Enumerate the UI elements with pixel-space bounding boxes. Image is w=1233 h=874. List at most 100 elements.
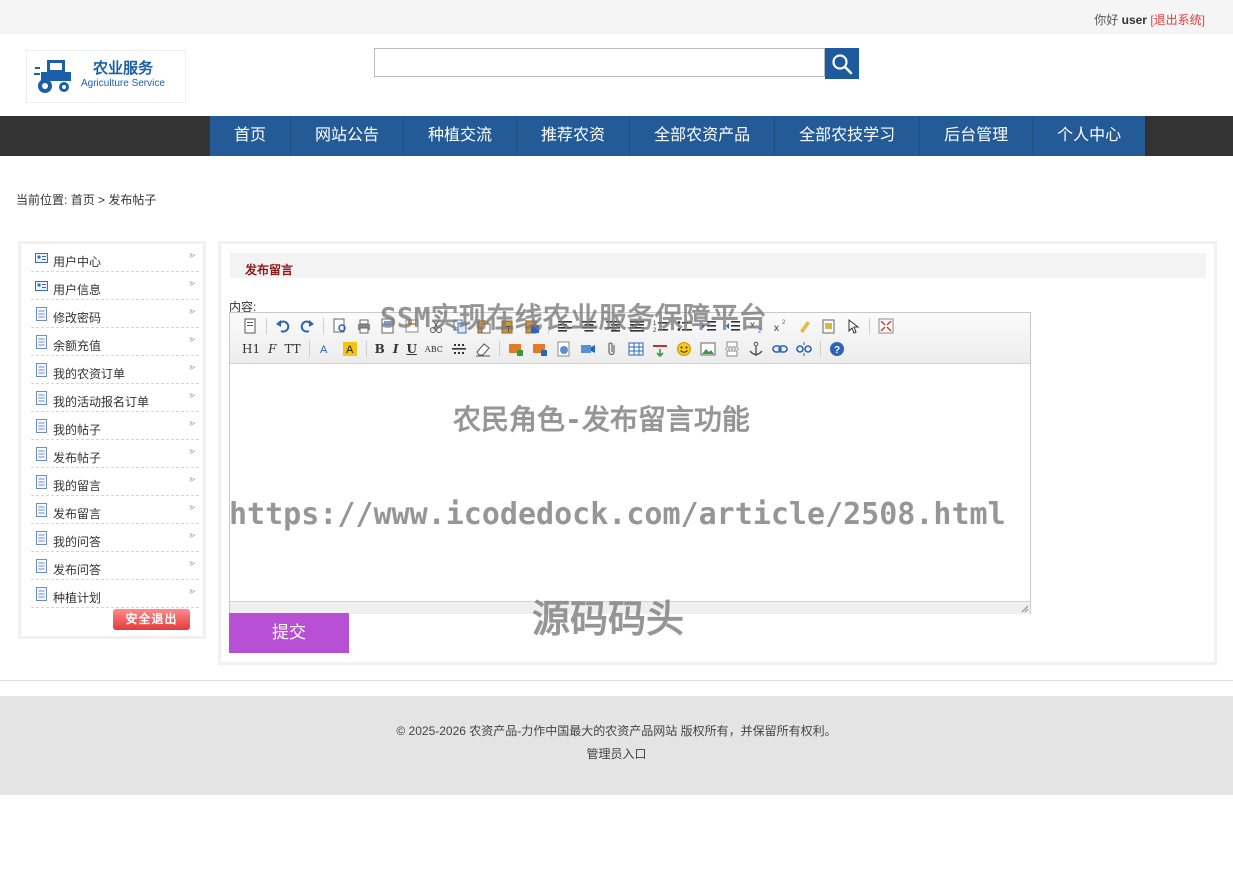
undo-icon[interactable]	[275, 318, 291, 334]
sidebar-item-user-info[interactable]: 用户信息 ⪢	[31, 273, 199, 300]
sidebar-item-label: 我的问答	[53, 535, 102, 549]
source-icon[interactable]	[242, 318, 258, 334]
link-icon[interactable]	[772, 341, 788, 357]
chevron-right-icon: ⪢	[189, 474, 195, 485]
breadcrumb-prefix: 当前位置:	[16, 193, 68, 207]
sidebar-item-recharge[interactable]: 余额充值 ⪢	[31, 329, 199, 356]
bold-button[interactable]: B	[375, 342, 385, 356]
help-icon[interactable]: ?	[829, 341, 845, 357]
chevron-right-icon: ⪢	[189, 362, 195, 373]
watermark-brand: 源码码头	[532, 597, 685, 641]
search-button[interactable]	[825, 48, 859, 79]
anchor-icon[interactable]	[748, 341, 764, 357]
resize-handle-icon[interactable]	[1021, 605, 1029, 613]
insert-picture-icon[interactable]	[700, 341, 716, 357]
sidebar-item-publish-qa[interactable]: 发布问答 ⪢	[31, 553, 199, 580]
highlight-icon[interactable]: A	[342, 341, 358, 357]
watermark-title: SSM实现在线农业服务保障平台	[380, 301, 767, 334]
chevron-right-icon: ⪢	[189, 558, 195, 569]
superscript-icon[interactable]: x2	[773, 318, 789, 334]
sidebar: 用户中心 ⪢ 用户信息 ⪢ 修改密码 ⪢ 余额充值 ⪢ 我的农资订单 ⪢ 我的活…	[18, 241, 206, 639]
user-greeting: 你好 user [退出系统]	[1094, 11, 1205, 28]
document-icon	[36, 419, 47, 433]
italic-button[interactable]: I	[393, 342, 399, 356]
font-family-dropdown[interactable]: F	[268, 342, 276, 356]
underline-button[interactable]: U	[406, 342, 416, 356]
admin-login-link[interactable]: 管理员入口	[0, 745, 1233, 762]
sidebar-item-planting-plan[interactable]: 种植计划 ⪢	[31, 581, 199, 608]
nav-item-home[interactable]: 首页	[210, 116, 292, 156]
document-icon	[36, 363, 47, 377]
print-icon[interactable]	[356, 318, 372, 334]
svg-text:A: A	[346, 344, 354, 356]
nav-item-all-products[interactable]: 全部农资产品	[630, 116, 776, 156]
tractor-icon	[34, 60, 71, 93]
document-icon	[36, 531, 47, 545]
footer-copyright: © 2025-2026 农资产品-力作中国最大的农资产品网站 版权所有，并保留所…	[396, 724, 837, 738]
user-card-icon	[35, 253, 48, 263]
table-icon[interactable]	[628, 341, 644, 357]
breadcrumb-separator: >	[98, 193, 106, 207]
insert-flash-icon[interactable]	[556, 341, 572, 357]
breadcrumb-current: 发布帖子	[108, 193, 157, 207]
eraser-icon[interactable]	[475, 341, 491, 357]
strikethrough-button[interactable]: ABC	[425, 345, 443, 354]
chevron-right-icon: ⪢	[189, 250, 195, 261]
redo-icon[interactable]	[299, 318, 315, 334]
nav-item-announcements[interactable]: 网站公告	[291, 116, 405, 156]
select-all-icon[interactable]	[821, 318, 837, 334]
search-input[interactable]	[374, 48, 825, 77]
sidebar-item-my-qa[interactable]: 我的问答 ⪢	[31, 525, 199, 552]
breadcrumb-home[interactable]: 首页	[71, 193, 95, 207]
document-icon	[36, 447, 47, 461]
main-nav: 首页 网站公告 种植交流 推荐农资 全部农资产品 全部农技学习 后台管理 个人中…	[0, 116, 1233, 156]
fullscreen-icon[interactable]	[878, 318, 894, 334]
chevron-right-icon: ⪢	[189, 502, 195, 513]
document-icon	[36, 391, 47, 405]
sidebar-item-label: 发布问答	[53, 563, 102, 577]
sidebar-item-label: 用户信息	[53, 283, 102, 297]
sidebar-item-label: 发布留言	[53, 507, 102, 521]
sidebar-item-my-messages[interactable]: 我的留言 ⪢	[31, 469, 199, 496]
chevron-right-icon: ⪢	[189, 306, 195, 317]
insert-media-icon[interactable]	[580, 341, 596, 357]
nav-item-personal-center[interactable]: 个人中心	[1033, 116, 1145, 156]
sidebar-item-activity-orders[interactable]: 我的活动报名订单 ⪢	[31, 385, 199, 412]
heading-dropdown[interactable]: H1	[242, 342, 260, 356]
emoticon-icon[interactable]	[676, 341, 692, 357]
nav-item-planting-forum[interactable]: 种植交流	[404, 116, 518, 156]
sidebar-item-change-password[interactable]: 修改密码 ⪢	[31, 301, 199, 328]
horizontal-rule-icon[interactable]	[451, 341, 467, 357]
unlink-icon[interactable]	[796, 341, 812, 357]
font-size-dropdown[interactable]: TT	[284, 342, 300, 356]
insert-multi-image-icon[interactable]	[532, 341, 548, 357]
site-logo[interactable]: 农业服务 Agriculture Service	[26, 50, 186, 103]
search-icon	[832, 53, 853, 74]
sidebar-item-label: 我的帖子	[53, 423, 102, 437]
sidebar-item-publish-post[interactable]: 发布帖子 ⪢	[31, 441, 199, 468]
page-break-icon[interactable]	[724, 341, 740, 357]
sidebar-item-my-orders[interactable]: 我的农资订单 ⪢	[31, 357, 199, 384]
nav-item-recommended[interactable]: 推荐农资	[517, 116, 631, 156]
logout-link[interactable]: [退出系统]	[1150, 13, 1205, 27]
nav-item-admin[interactable]: 后台管理	[920, 116, 1034, 156]
chevron-right-icon: ⪢	[189, 446, 195, 457]
font-color-icon[interactable]: A	[318, 341, 334, 357]
document-icon	[36, 475, 47, 489]
safe-logout-button[interactable]: 安全退出	[113, 609, 190, 630]
insert-image-icon[interactable]	[508, 341, 524, 357]
preview-icon[interactable]	[332, 318, 348, 334]
chevron-right-icon: ⪢	[189, 334, 195, 345]
cursor-icon[interactable]	[845, 318, 861, 334]
submit-button[interactable]: 提交	[229, 613, 349, 653]
sidebar-item-label: 用户中心	[53, 255, 102, 269]
sidebar-item-my-posts[interactable]: 我的帖子 ⪢	[31, 413, 199, 440]
clear-format-icon[interactable]	[797, 318, 813, 334]
nav-item-all-learning[interactable]: 全部农技学习	[775, 116, 921, 156]
sidebar-item-publish-message[interactable]: 发布留言 ⪢	[31, 497, 199, 524]
insert-hr-icon[interactable]	[652, 341, 668, 358]
sidebar-item-label: 发布帖子	[53, 451, 102, 465]
sidebar-item-user-center[interactable]: 用户中心 ⪢	[31, 245, 199, 272]
attachment-icon[interactable]	[604, 341, 620, 357]
top-bar: 你好 user [退出系统]	[0, 0, 1233, 34]
